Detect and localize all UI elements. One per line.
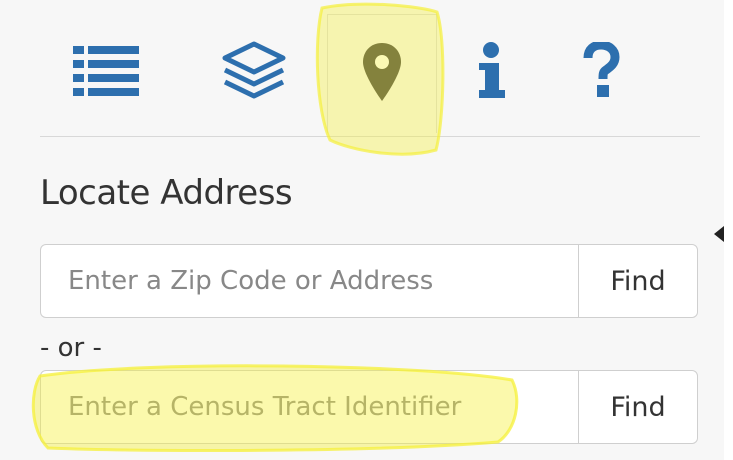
tract-search-group: Find <box>40 370 698 444</box>
tab-divider <box>40 136 700 137</box>
tab-locate[interactable] <box>327 14 437 133</box>
help-icon <box>582 40 620 104</box>
tab-info[interactable] <box>450 14 532 132</box>
census-tract-input[interactable] <box>41 371 578 443</box>
tab-layers[interactable] <box>206 14 302 132</box>
locate-address-heading: Locate Address <box>40 173 293 213</box>
map-marker-icon <box>361 41 403 107</box>
info-icon <box>476 42 506 104</box>
side-panel: Locate Address Find - or - Find <box>0 0 724 460</box>
tab-help[interactable] <box>560 14 642 132</box>
address-find-button[interactable]: Find <box>578 245 697 317</box>
address-search-group: Find <box>40 244 698 318</box>
tract-find-button[interactable]: Find <box>578 371 697 443</box>
tab-list[interactable] <box>58 14 154 132</box>
collapse-arrow-icon[interactable] <box>714 226 724 242</box>
or-separator: - or - <box>40 333 102 363</box>
layers-icon <box>221 40 287 106</box>
tab-bar <box>0 0 724 134</box>
list-icon <box>73 43 139 103</box>
address-search-input[interactable] <box>41 245 578 317</box>
